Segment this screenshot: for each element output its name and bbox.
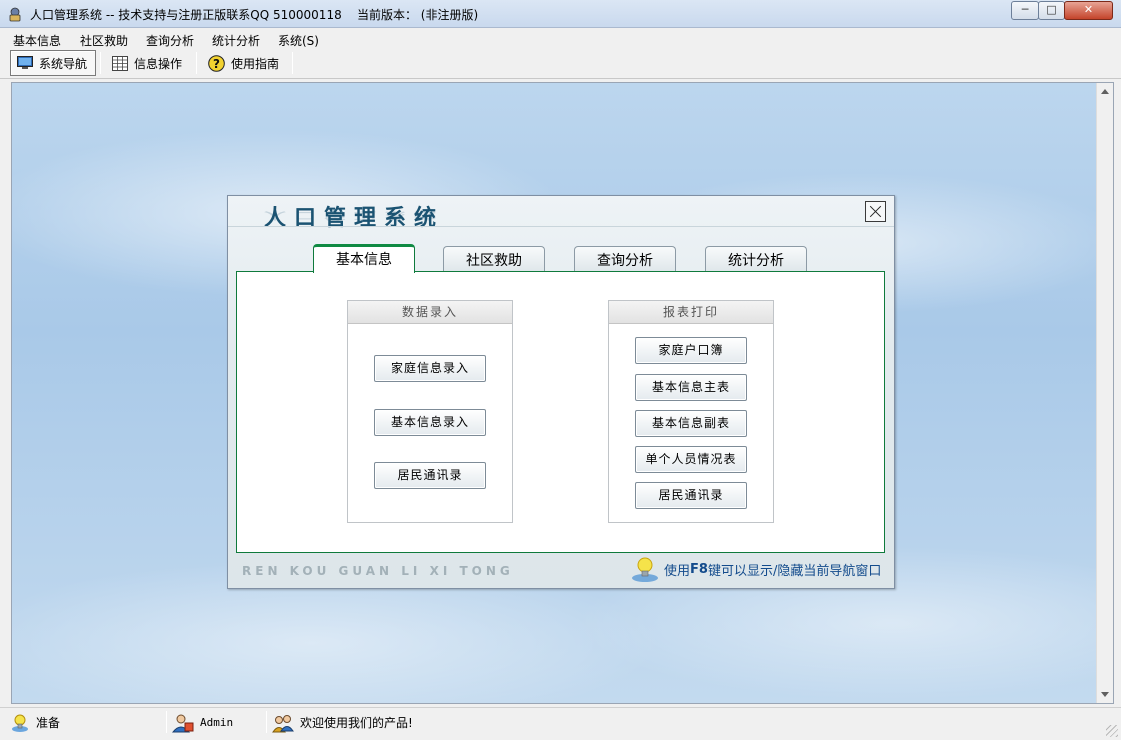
status-ready-panel: 准备 bbox=[10, 710, 60, 735]
tab-query-analysis[interactable]: 查询分析 bbox=[574, 246, 676, 272]
menu-basic-info[interactable]: 基本信息 bbox=[13, 32, 61, 49]
basic-info-entry-button[interactable]: 基本信息录入 bbox=[374, 409, 486, 436]
hint-prefix: 使用 bbox=[664, 563, 691, 579]
minimize-button[interactable]: ─ bbox=[1011, 1, 1039, 20]
svg-text:?: ? bbox=[213, 57, 220, 71]
scroll-up-icon[interactable] bbox=[1101, 89, 1109, 94]
status-bar: 准备 Admin 欢迎使用我们的产品! bbox=[0, 707, 1121, 740]
tab-community-aid[interactable]: 社区救助 bbox=[443, 246, 545, 272]
toolbar-separator bbox=[196, 52, 197, 74]
resize-grip[interactable] bbox=[1106, 725, 1118, 737]
report-print-group: 报表打印 家庭户口簿 基本信息主表 基本信息副表 单个人员情况表 居民通讯录 bbox=[608, 300, 774, 523]
user-icon bbox=[172, 714, 194, 732]
menu-system[interactable]: 系统(S) bbox=[278, 32, 319, 49]
tab-statistics[interactable]: 统计分析 bbox=[705, 246, 807, 272]
lightbulb-icon bbox=[12, 714, 28, 732]
resident-directory-button[interactable]: 居民通讯录 bbox=[374, 462, 486, 489]
menu-query-analysis[interactable]: 查询分析 bbox=[146, 32, 194, 49]
close-button[interactable]: ✕ bbox=[1064, 1, 1113, 20]
basic-info-main-table-button[interactable]: 基本信息主表 bbox=[635, 374, 747, 401]
app-icon bbox=[9, 7, 21, 22]
system-nav-label: 系统导航 bbox=[39, 56, 88, 71]
brand-pinyin: REN KOU GUAN LI XI TONG bbox=[242, 564, 514, 578]
status-user: Admin bbox=[200, 716, 234, 729]
status-state: 准备 bbox=[36, 716, 61, 730]
menu-bar: 基本信息 社区救助 查询分析 统计分析 系统(S) bbox=[0, 29, 1121, 49]
individual-report-button[interactable]: 单个人员情况表 bbox=[635, 446, 747, 473]
household-register-button[interactable]: 家庭户口簿 bbox=[635, 337, 747, 364]
basic-info-sub-table-button[interactable]: 基本信息副表 bbox=[635, 410, 747, 437]
hint-suffix: 键可以显示/隐藏当前导航窗口 bbox=[707, 563, 882, 579]
user-guide-button[interactable]: ? 使用指南 bbox=[202, 50, 290, 76]
vertical-scrollbar[interactable] bbox=[1096, 83, 1113, 703]
user-guide-label: 使用指南 bbox=[231, 56, 280, 71]
data-entry-group: 数据录入 家庭信息录入 基本信息录入 居民通讯录 bbox=[347, 300, 513, 523]
tab-basic-info[interactable]: 基本信息 bbox=[313, 244, 415, 273]
scroll-down-icon[interactable] bbox=[1101, 692, 1109, 697]
lightbulb-icon bbox=[632, 557, 658, 582]
title-divider bbox=[228, 226, 894, 227]
window-title: 人口管理系统 -- 技术支持与注册正版联系QQ 510000118 当前版本： … bbox=[30, 8, 479, 22]
toolbar: 系统导航 信息操作 ? 使用指南 bbox=[0, 49, 1121, 79]
tab-panel: 数据录入 家庭信息录入 基本信息录入 居民通讯录 报表打印 家庭户口簿 基本信息… bbox=[236, 271, 885, 553]
navigation-window: 人口管理系统 人口管理系统 基本信息 社区救助 查询分析 统计分析 数据录入 家… bbox=[227, 195, 895, 589]
toolbar-separator bbox=[100, 52, 101, 74]
maximize-button[interactable]: □ bbox=[1038, 1, 1065, 20]
mdi-client-area: 人口管理系统 人口管理系统 基本信息 社区救助 查询分析 统计分析 数据录入 家… bbox=[11, 82, 1114, 704]
f8-hint: 使用 F8 键可以显示/隐藏当前导航窗口 bbox=[630, 555, 881, 583]
menu-community-aid[interactable]: 社区救助 bbox=[80, 32, 128, 49]
report-print-header: 报表打印 bbox=[609, 301, 773, 324]
status-separator bbox=[266, 711, 267, 733]
nav-title-reflection: 人口管理系统 bbox=[264, 209, 445, 221]
users-icon bbox=[272, 714, 294, 732]
hint-key: F8 bbox=[690, 561, 708, 577]
nav-close-icon[interactable] bbox=[865, 201, 886, 222]
info-operation-button[interactable]: 信息操作 bbox=[106, 50, 192, 76]
resident-directory-print-button[interactable]: 居民通讯录 bbox=[635, 482, 747, 509]
title-bar: 人口管理系统 -- 技术支持与注册正版联系QQ 510000118 当前版本： … bbox=[0, 0, 1121, 28]
status-separator bbox=[166, 711, 167, 733]
info-operation-label: 信息操作 bbox=[134, 56, 183, 71]
status-message-panel: 欢迎使用我们的产品! bbox=[272, 710, 413, 735]
system-nav-button[interactable]: 系统导航 bbox=[10, 50, 96, 76]
family-info-entry-button[interactable]: 家庭信息录入 bbox=[374, 355, 486, 382]
status-message: 欢迎使用我们的产品! bbox=[300, 716, 413, 730]
grid-icon bbox=[112, 55, 128, 71]
help-icon: ? bbox=[208, 54, 225, 72]
menu-statistics[interactable]: 统计分析 bbox=[212, 32, 260, 49]
status-user-panel: Admin bbox=[172, 710, 233, 735]
data-entry-header: 数据录入 bbox=[348, 301, 512, 324]
monitor-icon bbox=[17, 56, 33, 69]
toolbar-separator bbox=[292, 52, 293, 74]
